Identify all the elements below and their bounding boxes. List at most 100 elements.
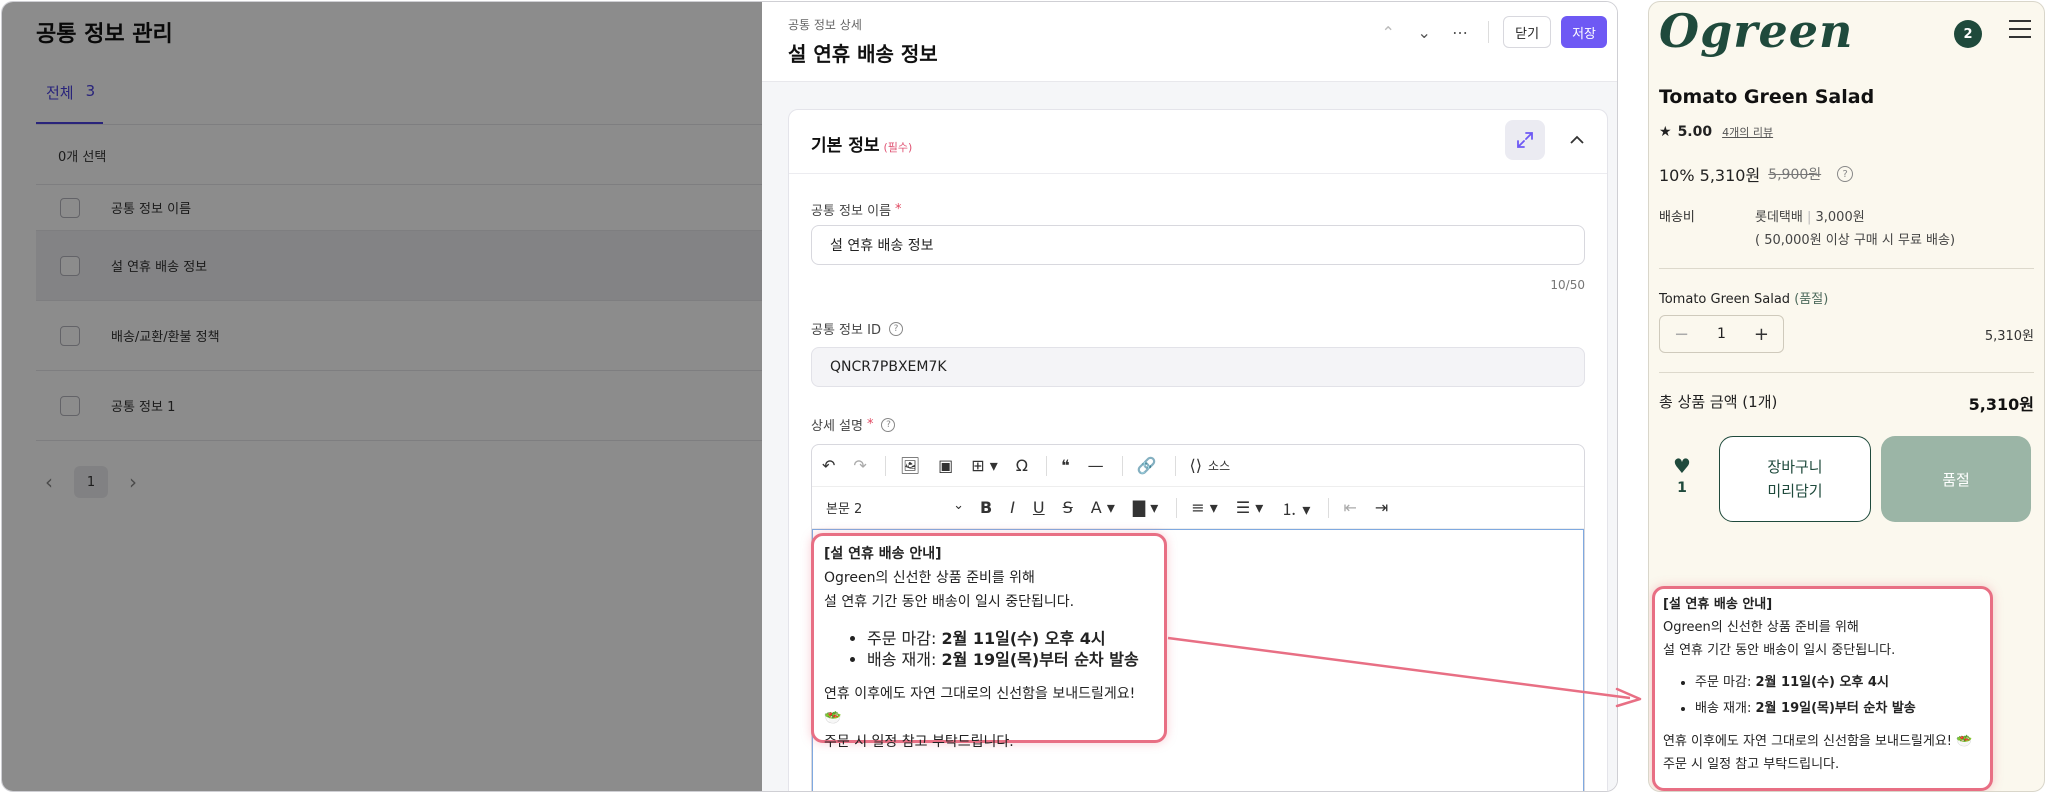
font-color-icon[interactable]: A ▾ [1091,498,1115,517]
info-icon[interactable]: ? [881,417,896,432]
cart-preview-button[interactable]: 장바구니 미리담기 [1719,436,1871,522]
shipping-fee: 3,000원 [1815,210,1865,225]
modal-overlay[interactable] [2,2,762,791]
brand-logo[interactable]: Ogreen [1659,4,1853,58]
mobile-preview: Ogreen 2 Tomato Green Salad ★ 5.00 4개의 리… [1648,1,2045,792]
plus-icon[interactable]: + [1754,324,1769,345]
paragraph-style-select[interactable]: 본문 2 ⌄ [822,498,964,517]
name-label: 공통 정보 이름 * [811,200,902,219]
list-item: 배송 재개: 2월 19일(목)부터 순차 발송 [1695,696,1982,722]
outdent-icon[interactable]: ⇤ [1343,498,1356,517]
underline-icon[interactable]: U [1033,498,1045,517]
bg-color-icon[interactable]: ▇ ▾ [1133,498,1158,517]
italic-icon[interactable]: I [1010,498,1015,517]
info-icon[interactable]: ? [888,321,903,336]
table-icon[interactable]: ⊞ ▾ [971,456,998,475]
shipping-carrier: 롯데택배 [1755,210,1803,225]
expand-icon[interactable] [1505,120,1545,160]
chevron-down-icon[interactable]: ⌄ [1406,23,1442,42]
shipping-label: 배송비 [1659,210,1695,225]
option-price: 5,310원 [1984,329,2034,344]
review-link[interactable]: 4개의 리뷰 [1722,124,1773,140]
card-header: 기본 정보 (필수) [789,110,1607,174]
chevron-up-icon[interactable]: ⌃ [1370,23,1406,42]
total-label: 총 상품 금액 (1개) [1659,393,1778,411]
star-icon: ★ [1659,124,1672,140]
detail-title: 설 연휴 배송 정보 [788,42,938,66]
product-name: Tomato Green Salad [1659,86,1875,108]
option-name: Tomato Green Salad (품절) [1659,288,1828,307]
discount-price: 10% 5,310원 [1659,166,1761,185]
divider [1328,497,1330,518]
editor-toolbar-top: ↶ ↷ 🖼 ▣ ⊞ ▾ Ω ❝ — 🔗 ⟨⟩ 소스 [812,445,1584,487]
close-button[interactable]: 닫기 [1503,16,1552,48]
omega-icon[interactable]: Ω [1016,456,1028,475]
collapse-chevron [1570,135,1584,144]
source-label[interactable]: 소스 [1208,457,1230,474]
link-icon[interactable]: 🔗 [1137,456,1157,475]
video-icon[interactable]: ▣ [938,456,953,475]
source-icon[interactable]: ⟨⟩ [1190,456,1202,475]
id-label: 공통 정보 ID? [811,319,903,338]
desc-label-text: 상세 설명 [811,419,863,434]
divider [1176,497,1178,518]
chevron-up-icon[interactable] [1569,130,1585,149]
deadline-label: 주문 마감: [1695,675,1756,690]
cart-button-line: 미리담기 [1767,482,1823,500]
redo-icon[interactable]: ↷ [853,456,866,475]
divider [1121,455,1123,476]
notice-line: 연휴 이후에도 자연 그대로의 신선함을 보내드릴게요! 🥗 [1663,734,1973,749]
help-icon[interactable]: ? [1837,166,1854,182]
minus-icon[interactable]: − [1674,324,1689,345]
image-icon[interactable]: 🖼 [900,456,920,475]
header-controls: ⌃ ⌄ ⋯ 닫기 저장 [1370,16,1607,48]
resume-label: 배송 재개: [867,650,942,669]
name-counter: 10/50 [1550,278,1585,292]
notice-line: 설 연휴 기간 동안 배송이 일시 중단됩니다. [824,594,1075,610]
quantity-value[interactable]: 1 [1717,326,1726,342]
quantity-stepper: − 1 + [1659,315,1784,353]
id-label-text: 공통 정보 ID [811,323,881,338]
bold-icon[interactable]: B [980,498,992,517]
chevron-down-icon: ⌄ [953,498,964,513]
deadline-label: 주문 마감: [867,629,942,648]
admin-window: 공통 정보 관리 전체 3 0개 선택 공통 정보 이름 설 연휴 배송 정보 … [1,1,1618,792]
strike-icon[interactable]: S [1063,498,1073,517]
notice-line: Ogreen의 신선한 상품 준비를 위해 [1663,620,1859,635]
cart-count-badge[interactable]: 2 [1954,20,1982,48]
resume-value: 2월 19일(목)부터 순차 발송 [941,650,1139,669]
divider [1488,21,1490,43]
list-item: 주문 마감: 2월 11일(수) 오후 4시 [867,628,1154,649]
id-field: QNCR7PBXEM7K [811,347,1585,387]
more-icon[interactable]: ⋯ [1442,23,1478,42]
name-label-text: 공통 정보 이름 [811,204,892,219]
name-input[interactable]: 설 연휴 배송 정보 [811,225,1585,265]
notice-list: 주문 마감: 2월 11일(수) 오후 4시 배송 재개: 2월 19일(목)부… [867,628,1154,670]
quote-icon[interactable]: ❝ [1061,456,1070,475]
menu-icon[interactable] [2009,20,2031,44]
numbered-list-icon[interactable]: ⒈ ▾ [1281,496,1310,520]
original-price: 5,900원 [1768,167,1822,183]
notice-title: [설 연휴 배송 안내] [1663,597,1773,612]
sold-out-button[interactable]: 품절 [1881,436,2031,522]
required-note: (필수) [883,141,913,154]
resume-label: 배송 재개: [1695,701,1756,716]
heart-icon[interactable]: ♥ [1671,454,1693,478]
notice-line: 주문 시 일정 참고 부탁드립니다. [1663,757,1840,772]
section-title-text: 기본 정보 [811,136,880,156]
total-value: 5,310원 [1968,395,2034,414]
bullet-list-icon[interactable]: ☰ ▾ [1236,498,1263,517]
required-star: * [866,417,874,432]
deadline-value: 2월 11일(수) 오후 4시 [1755,675,1889,690]
save-button[interactable]: 저장 [1561,16,1607,48]
sold-out-tag: (품절) [1794,292,1829,307]
editor-notice-highlight: [설 연휴 배송 안내] Ogreen의 신선한 상품 준비를 위해 설 연휴 … [811,533,1167,750]
notice-line: Ogreen의 신선한 상품 준비를 위해 [824,570,1035,586]
indent-icon[interactable]: ⇥ [1375,498,1388,517]
expand-arrows [1517,132,1533,148]
align-icon[interactable]: ≡ ▾ [1191,498,1218,517]
undo-icon[interactable]: ↶ [822,456,835,475]
preview-notice-highlight: [설 연휴 배송 안내] Ogreen의 신선한 상품 준비를 위해 설 연휴 … [1652,586,1993,791]
hr-icon[interactable]: — [1088,456,1104,475]
cart-button-line: 장바구니 [1767,458,1823,476]
